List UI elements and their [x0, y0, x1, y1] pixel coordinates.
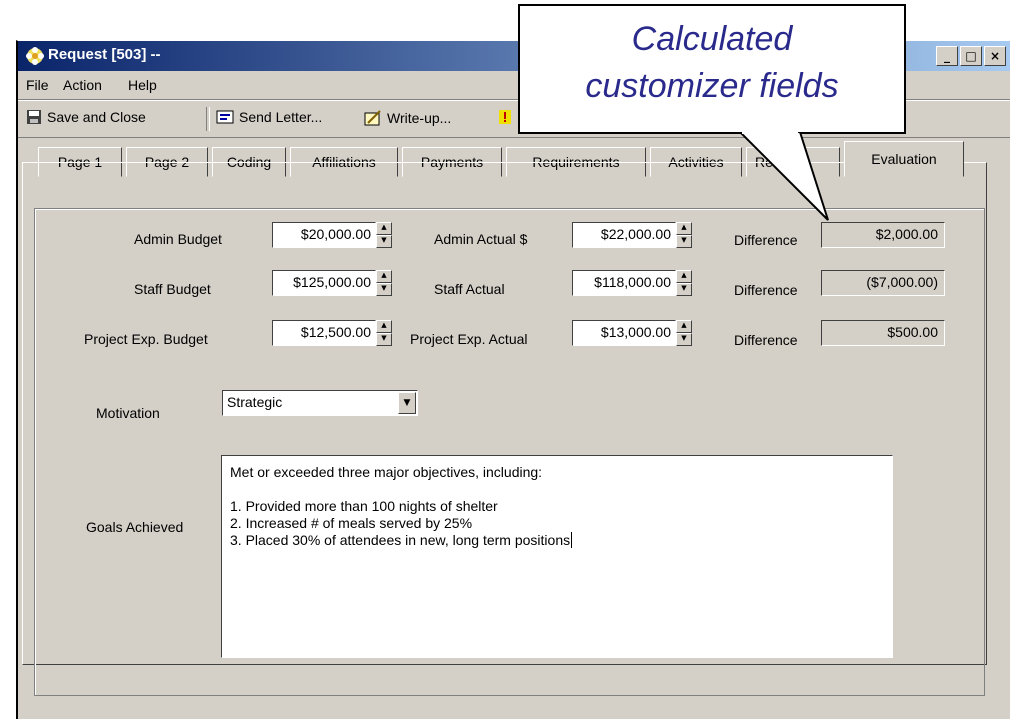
spin-up-arrow-icon[interactable]: ▲: [376, 222, 392, 235]
callout-box: Calculated customizer fields: [518, 4, 906, 134]
goals-line: 3. Placed 30% of attendees in new, long …: [230, 532, 884, 549]
callout-line-1: Calculated: [631, 20, 793, 58]
app-flower-icon: [26, 47, 44, 65]
staff-difference-label: Difference: [734, 282, 798, 298]
motivation-value: Strategic: [227, 394, 283, 410]
project-actual-spinner: $13,000.00 ▲ ▼: [572, 320, 692, 346]
send-letter-label: Send Letter...: [239, 109, 323, 125]
toolbar-separator: [206, 107, 210, 131]
write-up-label: Write-up...: [387, 110, 452, 126]
spin-up-arrow-icon[interactable]: ▲: [676, 270, 692, 283]
save-and-close-label: Save and Close: [47, 109, 146, 125]
admin-actual-spinner: $22,000.00 ▲ ▼: [572, 222, 692, 248]
admin-actual-input[interactable]: $22,000.00: [572, 222, 676, 248]
menu-file[interactable]: File: [26, 77, 49, 93]
staff-actual-spinner: $118,000.00 ▲ ▼: [572, 270, 692, 296]
staff-budget-spinner: $125,000.00 ▲ ▼: [272, 270, 392, 296]
spin-down-arrow-icon[interactable]: ▼: [676, 333, 692, 346]
window-title: Request [503] --: [48, 46, 161, 63]
close-button[interactable]: ×: [984, 46, 1006, 66]
callout-line-2: customizer fields: [585, 67, 839, 105]
staff-actual-label: Staff Actual: [434, 281, 505, 297]
motivation-dropdown[interactable]: Strategic ▼: [222, 390, 418, 416]
project-difference-field: $500.00: [821, 320, 945, 346]
project-budget-label: Project Exp. Budget: [84, 331, 208, 347]
letter-icon: [216, 110, 234, 124]
goals-line: 1. Provided more than 100 nights of shel…: [230, 498, 498, 514]
chevron-down-icon[interactable]: ▼: [398, 392, 416, 414]
project-actual-input[interactable]: $13,000.00: [572, 320, 676, 346]
goals-line-text: 3. Placed 30% of attendees in new, long …: [230, 532, 571, 548]
project-difference-label: Difference: [734, 332, 798, 348]
goals-line: 2. Increased # of meals served by 25%: [230, 515, 473, 531]
staff-budget-label: Staff Budget: [134, 281, 211, 297]
tab-evaluation[interactable]: Evaluation: [844, 141, 964, 177]
write-up-button[interactable]: Write-up...: [364, 109, 451, 127]
goals-achieved-label: Goals Achieved: [86, 519, 184, 535]
admin-budget-spinner: $20,000.00 ▲ ▼: [272, 222, 392, 248]
pencil-note-icon: [364, 110, 381, 126]
staff-difference-field: ($7,000.00): [821, 270, 945, 296]
project-budget-input[interactable]: $12,500.00: [272, 320, 376, 346]
goals-line: [230, 481, 884, 498]
exclamation-icon: [499, 110, 511, 124]
admin-actual-label: Admin Actual $: [434, 231, 528, 247]
admin-budget-input[interactable]: $20,000.00: [272, 222, 376, 248]
spin-down-arrow-icon[interactable]: ▼: [676, 283, 692, 296]
goals-line: Met or exceeded three major objectives, …: [230, 464, 543, 480]
text-cursor: [571, 532, 573, 548]
callout-pointer: [740, 132, 829, 221]
maximize-button[interactable]: □: [960, 46, 982, 66]
save-and-close-button[interactable]: Save and Close: [26, 109, 146, 125]
send-letter-button[interactable]: Send Letter...: [216, 109, 322, 125]
admin-budget-label: Admin Budget: [134, 231, 222, 247]
spin-down-arrow-icon[interactable]: ▼: [376, 283, 392, 296]
spin-down-arrow-icon[interactable]: ▼: [376, 333, 392, 346]
menu-action[interactable]: Action: [63, 77, 102, 93]
spin-up-arrow-icon[interactable]: ▲: [376, 320, 392, 333]
spin-up-arrow-icon[interactable]: ▲: [376, 270, 392, 283]
menu-help[interactable]: Help: [128, 77, 157, 93]
motivation-label: Motivation: [96, 405, 160, 421]
minimize-button[interactable]: _: [936, 46, 958, 66]
staff-budget-input[interactable]: $125,000.00: [272, 270, 376, 296]
project-actual-label: Project Exp. Actual: [410, 331, 528, 347]
floppy-disk-icon: [27, 110, 41, 124]
spin-down-arrow-icon[interactable]: ▼: [676, 235, 692, 248]
staff-actual-input[interactable]: $118,000.00: [572, 270, 676, 296]
alert-button[interactable]: [498, 109, 512, 125]
spin-down-arrow-icon[interactable]: ▼: [376, 235, 392, 248]
goals-achieved-textarea[interactable]: Met or exceeded three major objectives, …: [221, 455, 893, 658]
spin-up-arrow-icon[interactable]: ▲: [676, 222, 692, 235]
admin-difference-label: Difference: [734, 232, 798, 248]
spin-up-arrow-icon[interactable]: ▲: [676, 320, 692, 333]
project-budget-spinner: $12,500.00 ▲ ▼: [272, 320, 392, 346]
